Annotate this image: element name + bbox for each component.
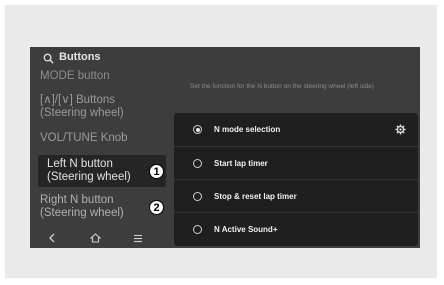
radio-checked-icon[interactable] xyxy=(193,125,202,134)
gear-icon[interactable] xyxy=(395,124,406,135)
option-label: Stop & reset lap timer xyxy=(214,192,297,201)
menu-item-label: VOL/TUNE Knob xyxy=(40,132,128,144)
option-stop-reset-lap-timer[interactable]: Stop & reset lap timer xyxy=(174,179,418,213)
option-label: N mode selection xyxy=(214,125,281,134)
menu-item-label: MODE button xyxy=(40,70,110,82)
home-button[interactable] xyxy=(88,231,102,245)
menu-item-label: [∧]/[∨] Buttons xyxy=(40,94,116,106)
menu-item-label: Left N button xyxy=(47,158,113,170)
bottom-nav-bar xyxy=(30,229,174,248)
option-label: Start lap timer xyxy=(214,159,268,168)
menu-item-left-n-button[interactable]: Left N button (Steering wheel) xyxy=(38,155,166,187)
menu-item-up-down-buttons[interactable]: [∧]/[∨] Buttons (Steering wheel) xyxy=(40,94,168,120)
page-title: Buttons xyxy=(59,51,101,63)
hint-text: Set the function for the N button on the… xyxy=(190,83,374,90)
search-icon[interactable] xyxy=(43,53,54,64)
back-icon xyxy=(49,233,55,243)
menu-item-sublabel: (Steering wheel) xyxy=(40,107,124,119)
callout-badge-1: 1 xyxy=(149,164,164,179)
radio-unchecked-icon[interactable] xyxy=(193,159,202,168)
menu-icon xyxy=(134,234,142,242)
menu-item-mode-button[interactable]: MODE button xyxy=(40,70,168,83)
radio-unchecked-icon[interactable] xyxy=(193,225,202,234)
back-button[interactable] xyxy=(45,231,59,245)
option-start-lap-timer[interactable]: Start lap timer xyxy=(174,146,418,180)
menu-item-vol-tune-knob[interactable]: VOL/TUNE Knob xyxy=(40,132,168,145)
n-button-function-popup: N mode selection Start lap timer Stop & … xyxy=(174,113,418,246)
home-icon xyxy=(89,233,101,243)
callout-badge-2: 2 xyxy=(149,200,164,215)
infotainment-screen: Buttons MODE button [∧]/[∨] Buttons (Ste… xyxy=(30,47,420,248)
option-label: N Active Sound+ xyxy=(214,225,278,234)
option-n-active-sound[interactable]: N Active Sound+ xyxy=(174,212,418,246)
radio-unchecked-icon[interactable] xyxy=(193,192,202,201)
option-n-mode-selection[interactable]: N mode selection xyxy=(174,113,418,146)
screen-header: Buttons xyxy=(30,47,420,69)
menu-button[interactable] xyxy=(131,231,145,245)
